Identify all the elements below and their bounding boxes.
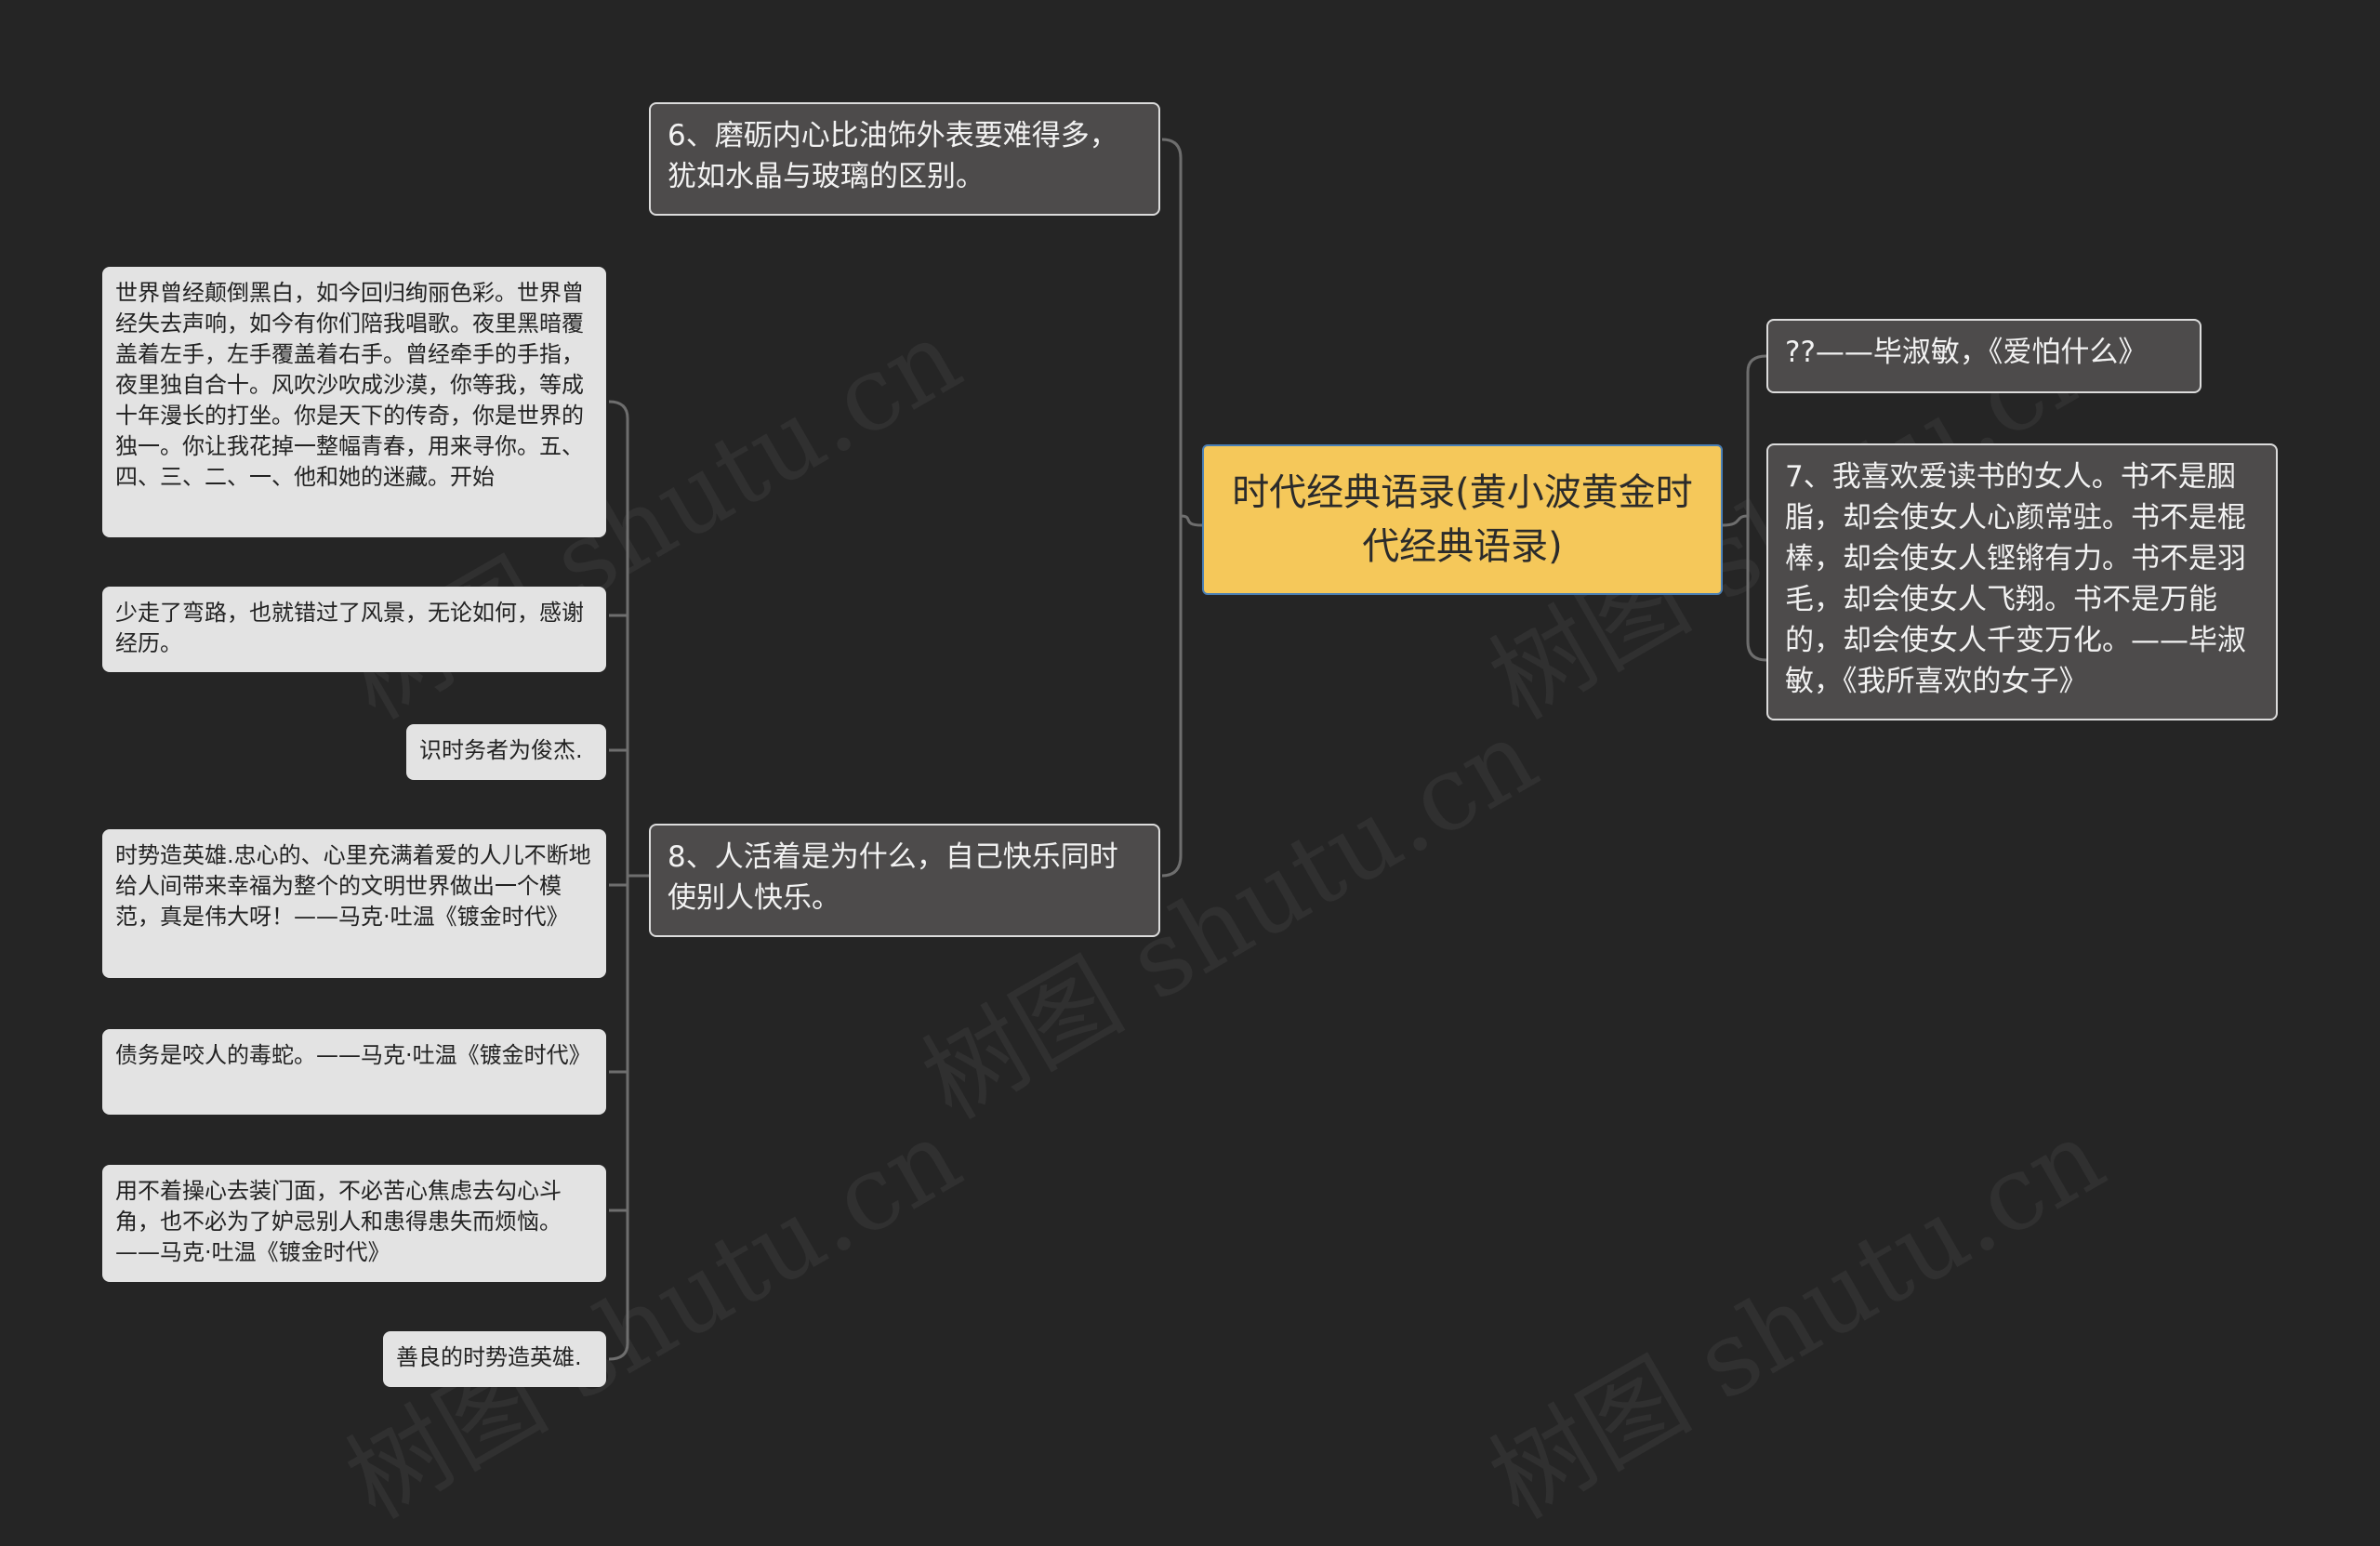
leaf-topic-label: 时势造英雄.忠心的、心里充满着爱的人儿不断地给人间带来幸福为整个的文明世界做出一…	[115, 842, 591, 930]
branch-topic-7[interactable]: 7、我喜欢爱读书的女人。书不是胭脂，却会使女人心颜常驻。书不是棍棒，却会使女人铿…	[1766, 443, 2278, 720]
leaf-topic-label: 用不着操心去装门面，不必苦心焦虑去勾心斗角，也不必为了妒忌别人和患得患失而烦恼。…	[115, 1178, 562, 1265]
branch-topic-bishumin-aipa[interactable]: ??——毕淑敏，《爱怕什么》	[1766, 319, 2202, 393]
connector-branch8-leaves	[608, 400, 649, 1361]
connector-root-right	[1722, 354, 1767, 662]
leaf-topic-label: 识时务者为俊杰.	[419, 737, 583, 763]
leaf-topic-7[interactable]: 善良的时势造英雄.	[383, 1331, 606, 1387]
branch-topic-label: 6、磨砺内心比油饰外表要难得多，犹如水晶与玻璃的区别。	[668, 119, 1118, 193]
branch-topic-6[interactable]: 6、磨砺内心比油饰外表要难得多，犹如水晶与玻璃的区别。	[649, 102, 1160, 216]
watermark: 树图 shutu.cn	[1471, 1096, 2123, 1541]
connector-root-left	[1161, 138, 1203, 878]
leaf-topic-label: 债务是咬人的毒蛇。——马克·吐温《镀金时代》	[115, 1042, 591, 1068]
branch-topic-8[interactable]: 8、人活着是为什么，自己快乐同时使别人快乐。	[649, 824, 1160, 937]
mind-map-canvas: 树图 shutu.cn 树图 shutu.cn 树图 shutu.cn 树图 s…	[0, 0, 2380, 1541]
leaf-topic-6[interactable]: 用不着操心去装门面，不必苦心焦虑去勾心斗角，也不必为了妒忌别人和患得患失而烦恼。…	[102, 1165, 606, 1282]
leaf-topic-label: 少走了弯路，也就错过了风景，无论如何，感谢经历。	[115, 600, 584, 656]
branch-topic-label: ??——毕淑敏，《爱怕什么》	[1785, 336, 2148, 369]
root-topic[interactable]: 时代经典语录(黄小波黄金时代经典语录)	[1202, 444, 1723, 595]
leaf-topic-label: 世界曾经颠倒黑白，如今回归绚丽色彩。世界曾经失去声响，如今有你们陪我唱歌。夜里黑…	[115, 280, 584, 490]
leaf-topic-2[interactable]: 少走了弯路，也就错过了风景，无论如何，感谢经历。	[102, 587, 606, 672]
leaf-topic-1[interactable]: 世界曾经颠倒黑白，如今回归绚丽色彩。世界曾经失去声响，如今有你们陪我唱歌。夜里黑…	[102, 267, 606, 537]
branch-topic-label: 8、人活着是为什么，自己快乐同时使别人快乐。	[668, 840, 1118, 915]
leaf-topic-4[interactable]: 时势造英雄.忠心的、心里充满着爱的人儿不断地给人间带来幸福为整个的文明世界做出一…	[102, 829, 606, 978]
watermark: 树图 shutu.cn	[327, 1096, 980, 1541]
branch-topic-label: 7、我喜欢爱读书的女人。书不是胭脂，却会使女人心颜常驻。书不是棍棒，却会使女人铿…	[1785, 460, 2246, 698]
leaf-topic-3[interactable]: 识时务者为俊杰.	[406, 724, 606, 780]
leaf-topic-label: 善良的时势造英雄.	[396, 1344, 582, 1370]
root-topic-label: 时代经典语录(黄小波黄金时代经典语录)	[1232, 471, 1693, 568]
leaf-topic-5[interactable]: 债务是咬人的毒蛇。——马克·吐温《镀金时代》	[102, 1029, 606, 1115]
